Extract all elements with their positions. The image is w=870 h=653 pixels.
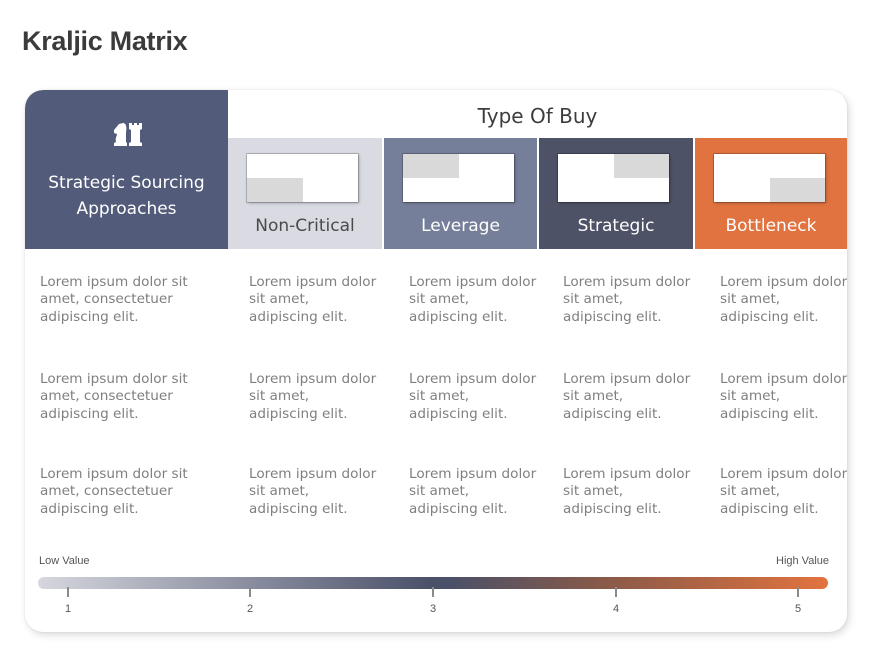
column-header-bottleneck: Bottleneck [695,138,847,249]
kraljic-matrix-card: Strategic Sourcing Approaches Type Of Bu… [25,90,847,632]
matrix-cell: Lorem ipsum dolor sit amet, adipiscing e… [249,371,377,422]
strategic-sourcing-header: Strategic Sourcing Approaches [25,90,228,249]
scale-tick-label: 4 [612,603,620,615]
scale-tick-label: 3 [429,603,437,615]
scale-tick [797,587,799,597]
low-value-label: Low Value [39,555,90,567]
strategic-sourcing-label: Strategic Sourcing Approaches [48,173,205,219]
column-header-non-critical: Non-Critical [228,138,382,249]
column-header-label: Non-Critical [255,216,355,236]
scale-tick-label: 2 [246,603,254,615]
quadrant-icon [247,154,358,202]
matrix-cell: Lorem ipsum dolor sit amet, adipiscing e… [249,274,377,325]
page-title: Kraljic Matrix [22,26,188,56]
column-header-leverage: Leverage [384,138,537,249]
scale-tick [249,587,251,597]
quadrant-icon [714,154,825,202]
column-header-strategic: Strategic [539,138,693,249]
quadrant-highlight [247,178,303,202]
column-header-label: Bottleneck [725,216,817,236]
matrix-cell: Lorem ipsum dolor sit amet, adipiscing e… [563,466,691,517]
matrix-cell: Lorem ipsum dolor sit amet, adipiscing e… [249,466,377,517]
quadrant-icon [403,154,514,202]
approach-cell: Lorem ipsum dolor sit amet, consectetuer… [40,466,188,517]
matrix-cell: Lorem ipsum dolor sit amet, adipiscing e… [563,274,691,325]
scale-tick-label: 1 [64,603,72,615]
matrix-cell: Lorem ipsum dolor sit amet, adipiscing e… [409,274,537,325]
quadrant-highlight [403,154,459,178]
quadrant-highlight [769,178,825,202]
matrix-cell: Lorem ipsum dolor sit amet, adipiscing e… [409,466,537,517]
high-value-label: High Value [776,555,829,567]
column-header-label: Leverage [421,216,500,236]
matrix-cell: Lorem ipsum dolor sit amet, adipiscing e… [720,466,847,517]
matrix-cell: Lorem ipsum dolor sit amet, adipiscing e… [563,371,691,422]
scale-tick [615,587,617,597]
scale-tick [67,587,69,597]
matrix-cell: Lorem ipsum dolor sit amet, adipiscing e… [720,371,847,422]
column-header-label: Strategic [577,216,655,236]
chess-pieces-icon [114,123,142,146]
approach-cell: Lorem ipsum dolor sit amet, consectetuer… [40,274,188,325]
quadrant-highlight [613,154,669,178]
matrix-cell: Lorem ipsum dolor sit amet, adipiscing e… [720,274,847,325]
approach-cell: Lorem ipsum dolor sit amet, consectetuer… [40,371,188,422]
type-of-buy-header: Type Of Buy [477,104,598,128]
scale-tick [432,587,434,597]
quadrant-icon [558,154,669,202]
scale-tick-label: 5 [794,603,802,615]
matrix-cell: Lorem ipsum dolor sit amet, adipiscing e… [409,371,537,422]
